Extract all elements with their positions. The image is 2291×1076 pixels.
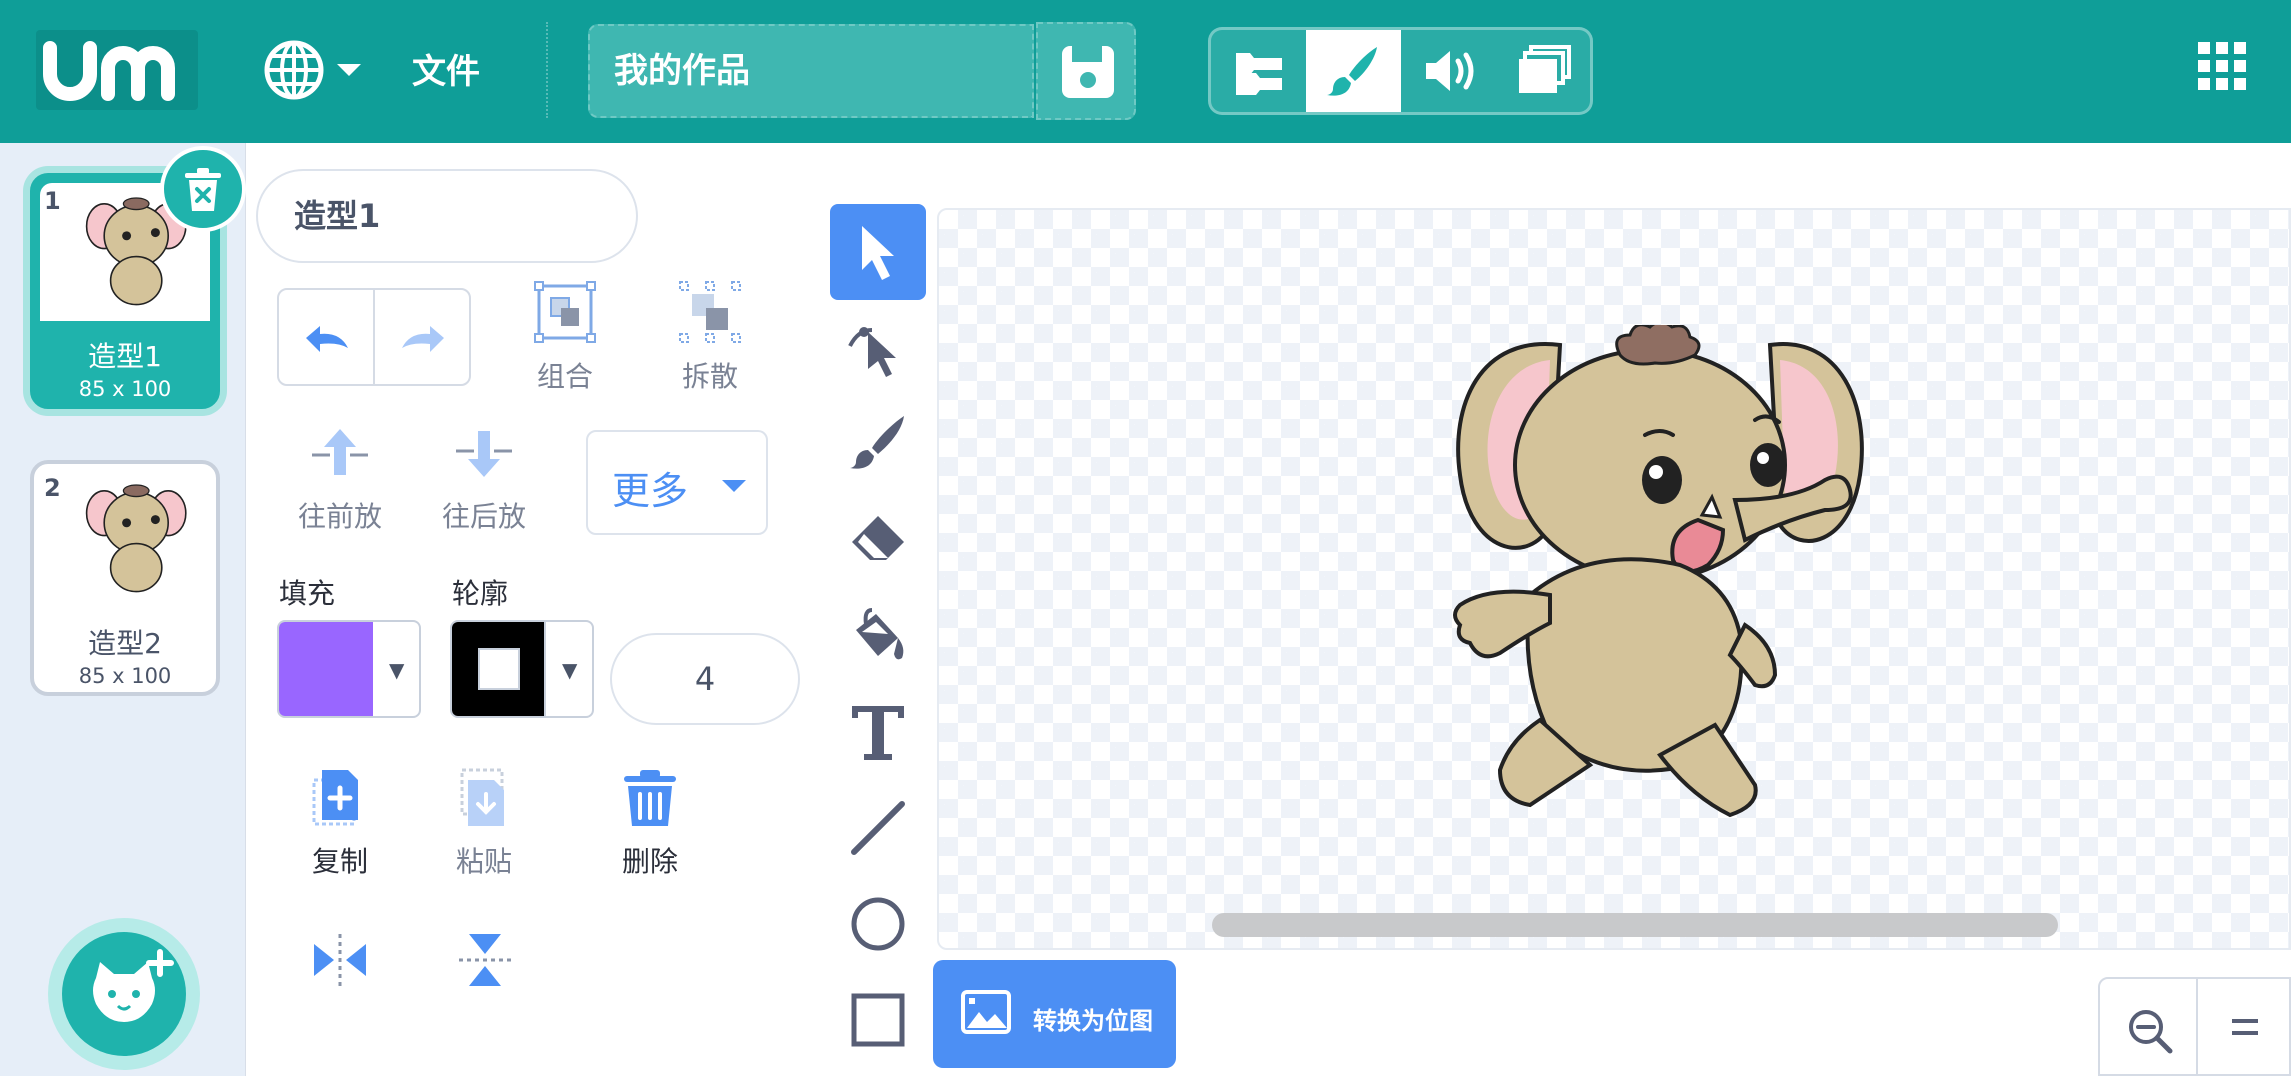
zoom-reset-button[interactable] (2198, 979, 2289, 1074)
tab-code[interactable] (1211, 30, 1306, 112)
forward-icon[interactable] (308, 425, 372, 485)
arrow-pointer-icon (862, 226, 894, 280)
zoom-out-button[interactable] (2100, 979, 2198, 1074)
paintbrush-icon (1327, 47, 1377, 96)
language-caret-icon[interactable] (337, 64, 361, 76)
flip-vertical-icon[interactable] (455, 930, 515, 994)
top-menu-bar: 文件 我的作品 (0, 0, 2291, 143)
speaker-icon (1426, 51, 1474, 91)
file-menu[interactable]: 文件 (412, 48, 480, 96)
stroke-width-input[interactable]: 4 (610, 633, 800, 725)
delete-icon[interactable] (622, 768, 678, 832)
costume-name: 造型2 (88, 627, 162, 660)
brush-tool[interactable] (830, 396, 926, 492)
circle-icon (851, 897, 905, 951)
line-icon (851, 801, 905, 855)
reshape-tool[interactable] (830, 300, 926, 396)
editor-mode-tabs (1208, 27, 1593, 115)
code-blocks-icon (1236, 53, 1282, 95)
equals-icon (2232, 1019, 2258, 1035)
paste-icon[interactable] (456, 766, 512, 832)
costume-name: 造型1 (88, 340, 162, 373)
more-label: 更多 (612, 469, 689, 513)
eraser-icon (852, 516, 904, 560)
eraser-tool[interactable] (830, 492, 926, 588)
add-costume-button[interactable] (48, 918, 200, 1070)
tab-sounds[interactable] (1401, 30, 1496, 112)
redo-icon (402, 326, 444, 352)
horizontal-scrollbar[interactable] (1212, 913, 2058, 937)
text-tool[interactable] (830, 684, 926, 780)
costume-thumbnail (40, 470, 210, 608)
copy-icon[interactable] (310, 766, 366, 832)
cat-add-icon (93, 949, 174, 1022)
caret-down-icon: ▼ (389, 658, 405, 682)
copy-label: 复制 (311, 845, 368, 878)
rectangle-icon (851, 993, 905, 1047)
menu-divider (546, 22, 548, 118)
fill-color-swatch (279, 622, 373, 716)
costume-name-input[interactable]: 造型1 (256, 169, 638, 263)
zoom-controls (2098, 977, 2291, 1076)
flip-horizontal-icon[interactable] (310, 930, 370, 994)
delete-costume-button[interactable] (160, 146, 246, 232)
select-tool[interactable] (830, 204, 926, 300)
brush-icon (850, 416, 904, 469)
apps-grid-icon[interactable] (2198, 42, 2246, 90)
undo-icon (306, 326, 348, 352)
tab-backdrops[interactable] (1496, 30, 1590, 112)
group-icon[interactable] (533, 280, 597, 348)
image-icon (961, 990, 1011, 1034)
delete-label: 删除 (621, 845, 678, 878)
backward-label: 往后放 (441, 500, 526, 533)
language-globe-icon[interactable] (262, 38, 326, 102)
undo-button[interactable] (279, 290, 375, 384)
outline-label: 轮廓 (452, 577, 509, 610)
costume-index: 1 (44, 187, 61, 215)
save-icon (1062, 46, 1114, 98)
costume-index: 2 (44, 474, 61, 502)
elephant-sprite[interactable] (1440, 320, 1880, 839)
costume-item-2[interactable]: 2 造型2 85 x 100 (30, 460, 220, 696)
circle-tool[interactable] (830, 876, 926, 972)
forward-label: 往前放 (297, 500, 382, 533)
backward-icon[interactable] (452, 425, 516, 485)
outline-color-swatch (452, 622, 546, 716)
project-title-input[interactable]: 我的作品 (588, 24, 1034, 118)
convert-to-bitmap-label: 转换为位图 (1033, 1007, 1153, 1035)
undo-redo-group (277, 288, 471, 386)
costume-list: 1 造型1 85 x 100 2 造型2 85 x 100 (0, 143, 246, 1076)
fill-tool[interactable] (830, 588, 926, 684)
caret-down-icon: ▼ (562, 658, 578, 682)
paste-label: 粘贴 (455, 845, 512, 878)
text-t-icon (852, 706, 904, 760)
more-dropdown[interactable]: 更多 (586, 430, 768, 535)
group-label: 组合 (536, 360, 593, 393)
fill-label: 填充 (279, 577, 336, 610)
zoom-out-icon (2129, 1010, 2173, 1054)
brand-logo[interactable] (36, 30, 198, 110)
fill-color-picker[interactable]: ▼ (277, 620, 421, 718)
layers-icon (1519, 45, 1571, 93)
paint-bucket-icon (856, 608, 904, 660)
tab-costumes[interactable] (1306, 30, 1401, 112)
convert-to-bitmap-button[interactable]: 转换为位图 (933, 960, 1176, 1068)
save-button[interactable] (1036, 22, 1136, 120)
rectangle-tool[interactable] (830, 972, 926, 1068)
chevron-down-icon (722, 480, 746, 492)
reshape-pointer-icon (848, 327, 896, 377)
costume-size: 85 x 100 (78, 377, 172, 401)
outline-color-picker[interactable]: ▼ (450, 620, 594, 718)
redo-button[interactable] (375, 290, 469, 384)
ungroup-label: 拆散 (681, 360, 738, 393)
line-tool[interactable] (830, 780, 926, 876)
ungroup-icon[interactable] (678, 280, 742, 348)
costume-size: 85 x 100 (78, 664, 172, 688)
trash-icon (185, 168, 221, 211)
